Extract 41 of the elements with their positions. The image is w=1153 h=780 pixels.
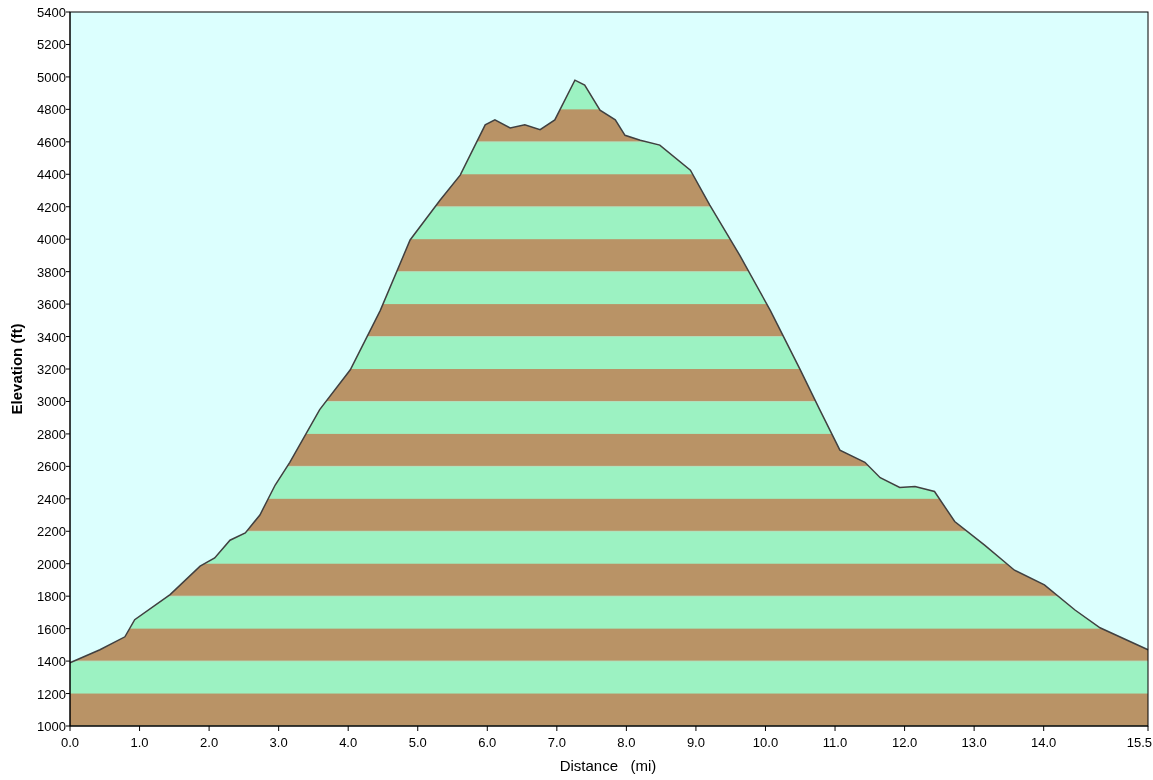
y-tick-label: 2400	[37, 491, 66, 507]
y-tick-label: 3800	[37, 264, 66, 280]
x-tick-label: 9.0	[686, 735, 705, 750]
y-tick-label: 3000	[37, 394, 66, 410]
y-tick-label: 5400	[37, 5, 66, 20]
x-tick-label: 1.0	[130, 735, 149, 750]
x-tick-label: 10.0	[752, 735, 779, 750]
y-axis-title: Elevation (ft)	[8, 323, 25, 415]
x-tick-label: 7.0	[547, 735, 566, 750]
x-tick-label: 11.0	[822, 735, 848, 750]
x-tick-label: 4.0	[339, 735, 358, 750]
y-tick-label: 2600	[37, 459, 66, 475]
y-tick-label: 4800	[37, 102, 66, 118]
x-tick-label: 0.0	[60, 735, 80, 750]
y-tick-label: 1400	[37, 654, 66, 670]
y-tick-label: 2200	[37, 524, 66, 540]
x-tick-label: 3.0	[269, 735, 288, 750]
x-tick-label: 14.0	[1031, 735, 1057, 750]
x-tick-label: 8.0	[617, 735, 636, 750]
y-tick-label: 1600	[37, 621, 66, 637]
x-tick-label: 5.0	[408, 735, 427, 750]
y-tick-label: 1200	[37, 686, 66, 702]
y-tick-label: 4600	[37, 134, 66, 150]
x-tick-label: 2.0	[200, 735, 219, 750]
x-tick-label: 13.0	[961, 735, 987, 750]
y-tick-label: 3400	[37, 329, 66, 345]
y-tick-label: 3600	[37, 297, 66, 313]
y-tick-label: 1000	[37, 719, 66, 734]
x-tick-label: 12.0	[891, 735, 918, 750]
y-tick-label: 2800	[37, 426, 66, 442]
y-tick-label: 1800	[37, 589, 66, 605]
y-tick-label: 5200	[37, 37, 66, 53]
y-tick-label: 2000	[37, 556, 66, 572]
x-tick-label: 6.0	[478, 735, 497, 750]
y-tick-label: 5000	[37, 69, 66, 85]
y-tick-label: 4200	[37, 199, 66, 215]
y-tick-label: 3200	[37, 362, 66, 377]
y-tick-label: 4000	[37, 232, 66, 248]
x-axis-title: Distance (mi)	[559, 757, 657, 774]
y-tick-label: 4400	[37, 167, 66, 183]
x-tick-label: 15.5	[1126, 735, 1152, 750]
